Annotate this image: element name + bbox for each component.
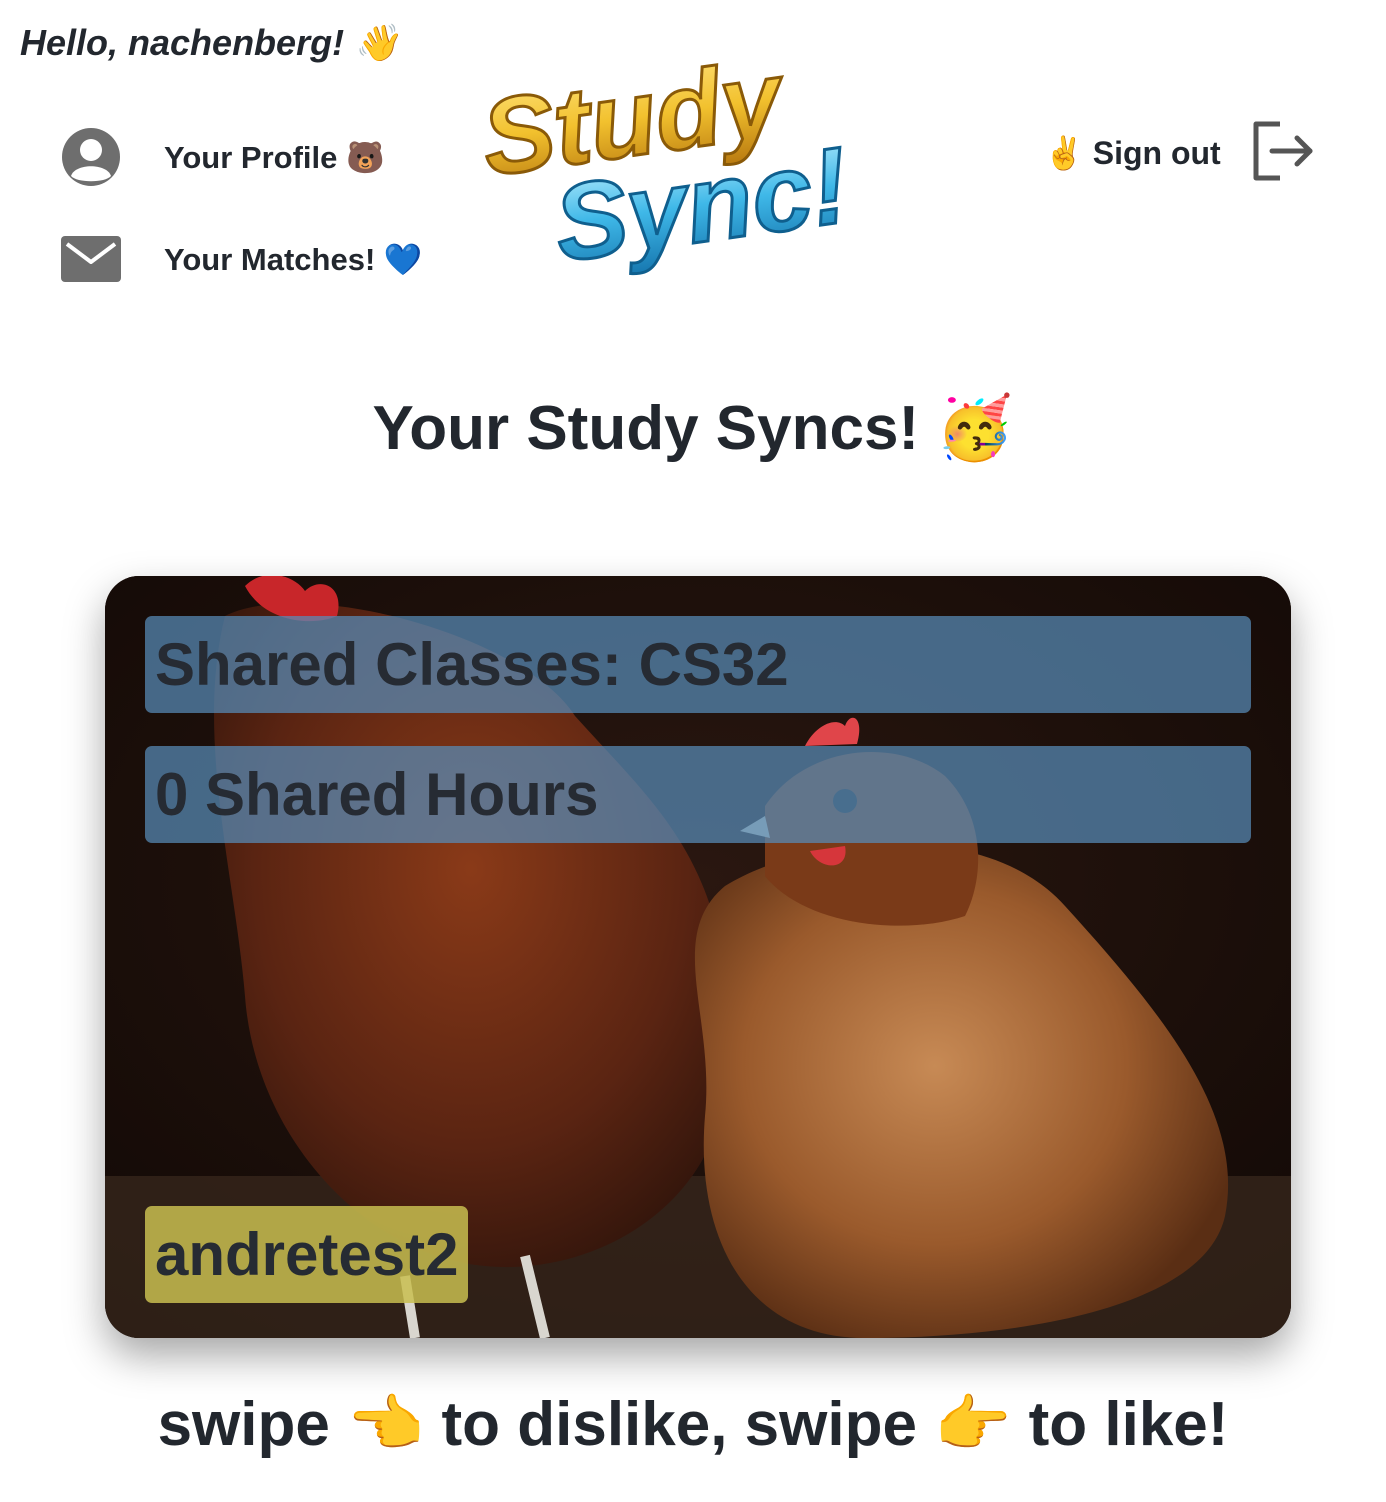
nav-your-matches[interactable]: Your Matches! 💙 <box>60 228 423 290</box>
greeting: Hello, nachenberg! 👋 <box>20 22 399 63</box>
nav-your-profile[interactable]: Your Profile 🐻 <box>60 126 385 188</box>
shared-hours-bar: 0 Shared Hours <box>145 746 1251 843</box>
user-circle-icon <box>60 126 122 188</box>
page-title: Your Study Syncs! 🥳 <box>372 394 1014 463</box>
nav-your-matches-label: Your Matches! 💙 <box>164 241 423 277</box>
username-tag: andretest2 <box>145 1206 469 1303</box>
shared-classes-bar: Shared Classes: CS32 <box>145 616 1251 713</box>
sign-out-label: ✌️ Sign out <box>1044 135 1221 171</box>
swipe-instructions: swipe 👈 to dislike, swipe 👉 to like! <box>157 1390 1229 1459</box>
page: Hello, nachenberg! 👋 Your Profile 🐻 Your… <box>0 0 1386 1502</box>
study-sync-logo[interactable]: Study Sync! <box>473 35 926 286</box>
sign-out-icon[interactable] <box>1250 120 1316 182</box>
envelope-icon <box>60 228 122 290</box>
sign-out-button[interactable]: ✌️ Sign out <box>1044 134 1221 172</box>
match-card[interactable]: Shared Classes: CS32 0 Shared Hours andr… <box>105 576 1291 1338</box>
nav-your-profile-label: Your Profile 🐻 <box>164 139 385 175</box>
